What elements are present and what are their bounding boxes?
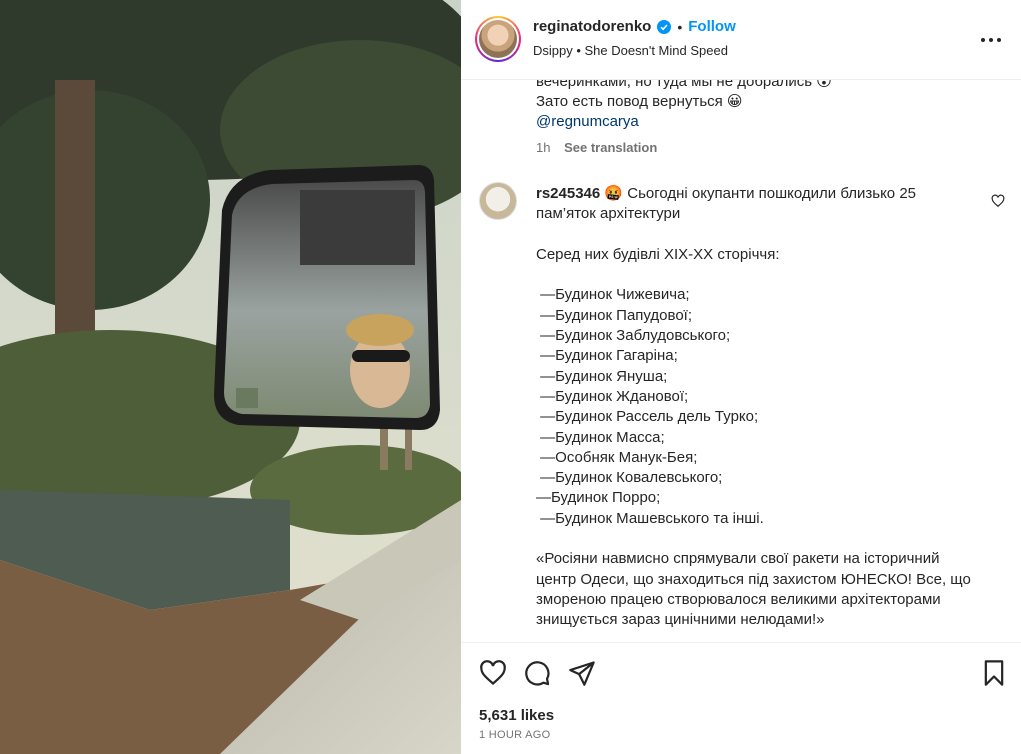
follow-button[interactable]: Follow [688,18,736,35]
audio-track[interactable]: Dsippy • She Doesn't Mind Speed [533,43,728,58]
like-heart-icon[interactable] [479,659,507,687]
caption-line: вечеринками, но туда мы не добрались 😮 [536,80,832,90]
post-side-panel: reginatodorenko • Follow Dsippy • She Do… [461,0,1021,754]
caption-text: вечеринками, но туда мы не добрались 😮 З… [536,80,996,132]
action-bar: 5,631 likes 1 HOUR AGO [461,642,1021,754]
see-translation-button[interactable]: See translation [564,140,657,155]
save-bookmark-icon[interactable] [980,659,1008,687]
caption-mention-link[interactable]: @regnumcarya [536,112,996,132]
caption-time: 1h [536,140,551,155]
verified-badge-icon [657,19,672,34]
post-timestamp[interactable]: 1 HOUR AGO [479,729,550,741]
commenter-avatar[interactable] [479,182,517,220]
comment-text: 🤬 Сьогодні окупанти пошкодили близько 25… [536,185,971,629]
comment-like-heart-icon[interactable] [991,194,1005,208]
separator-dot: • [677,18,683,35]
comment-body: rs245346 🤬 Сьогодні окупанти пошкодили б… [536,184,976,631]
comments-list[interactable]: вечеринками, но туда мы не добрались 😮 З… [461,80,1021,642]
comment-bubble-icon[interactable] [523,659,551,687]
caption-meta: 1h See translation [536,140,657,155]
share-send-icon[interactable] [568,659,596,687]
author-username[interactable]: reginatodorenko [533,18,651,35]
post-photo [0,0,461,754]
commenter-username[interactable]: rs245346 [536,185,600,202]
likes-count[interactable]: 5,631 likes [479,707,554,724]
author-line: reginatodorenko • Follow [533,18,736,35]
caption-line: Зато есть повод вернуться 😀 [536,93,743,110]
more-options-icon[interactable] [979,28,1003,52]
post-media[interactable] [0,0,461,754]
post-header: reginatodorenko • Follow Dsippy • She Do… [461,0,1021,80]
author-avatar[interactable] [475,16,521,62]
